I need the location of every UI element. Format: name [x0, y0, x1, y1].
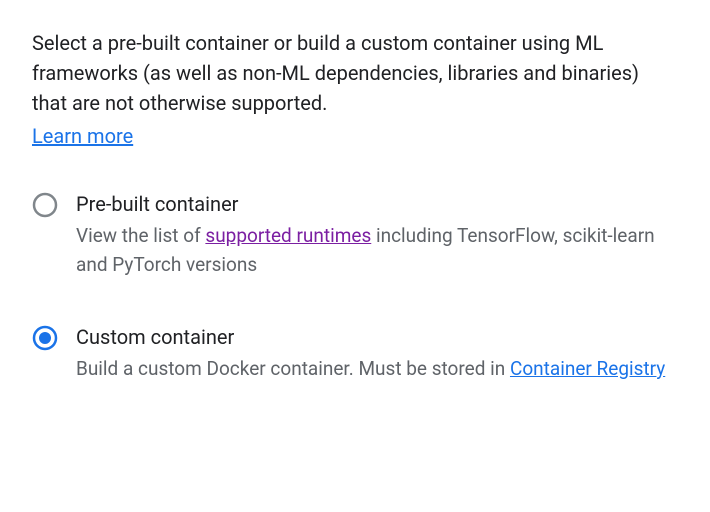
container-type-radio-group: Pre-built container View the list of sup… — [32, 190, 678, 384]
radio-label-custom[interactable]: Custom container — [76, 323, 678, 351]
radio-selected-icon — [32, 325, 58, 351]
radio-button-custom[interactable] — [32, 325, 58, 351]
radio-content-custom: Custom container Build a custom Docker c… — [76, 323, 678, 384]
intro-text: Select a pre-built container or build a … — [32, 28, 672, 118]
description-prefix: View the list of — [76, 224, 205, 247]
radio-unselected-icon — [32, 192, 58, 218]
container-registry-link[interactable]: Container Registry — [510, 357, 665, 380]
radio-description-custom: Build a custom Docker container. Must be… — [76, 355, 678, 384]
radio-label-prebuilt[interactable]: Pre-built container — [76, 190, 678, 218]
radio-option-prebuilt[interactable]: Pre-built container View the list of sup… — [32, 190, 678, 279]
description-prefix: Build a custom Docker container. Must be… — [76, 357, 510, 380]
radio-button-prebuilt[interactable] — [32, 192, 58, 218]
learn-more-link[interactable]: Learn more — [32, 124, 133, 148]
radio-content-prebuilt: Pre-built container View the list of sup… — [76, 190, 678, 279]
radio-option-custom[interactable]: Custom container Build a custom Docker c… — [32, 323, 678, 384]
supported-runtimes-link[interactable]: supported runtimes — [205, 224, 371, 247]
radio-description-prebuilt: View the list of supported runtimes incl… — [76, 222, 678, 279]
